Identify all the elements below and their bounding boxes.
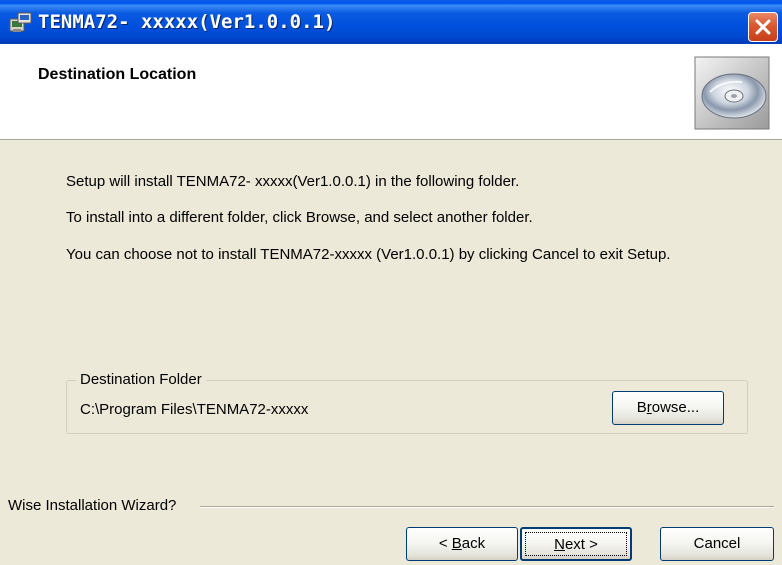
cd-disc-icon [694,56,770,130]
destination-folder-label: Destination Folder [76,371,206,388]
next-button[interactable]: Next > [520,527,632,561]
browse-instruction-text: To install into a different folder, clic… [66,209,533,226]
page-title: Destination Location [38,66,197,83]
cancel-button[interactable]: Cancel [660,527,774,561]
title-bar[interactable]: TENMA72- xxxxx(Ver1.0.0.1) [0,0,782,44]
close-icon [755,19,771,35]
installer-app-icon [9,11,33,33]
install-info-text: Setup will install TENMA72- xxxxx(Ver1.0… [66,173,520,190]
footer-separator [200,506,774,508]
cancel-instruction-text: You can choose not to install TENMA72-xx… [66,246,671,263]
close-button[interactable] [748,12,778,42]
back-button[interactable]: < Back [406,527,518,561]
wizard-brand-label: Wise Installation Wizard? [8,497,183,514]
setup-window: TENMA72- xxxxx(Ver1.0.0.1) Destination L… [0,0,782,565]
wizard-header: Destination Location [0,44,782,140]
browse-button[interactable]: Browse... [612,391,724,425]
focus-rectangle: Next > [525,532,627,556]
window-title: TENMA72- xxxxx(Ver1.0.0.1) [38,11,336,33]
destination-path: C:\Program Files\TENMA72-xxxxx [80,401,309,418]
